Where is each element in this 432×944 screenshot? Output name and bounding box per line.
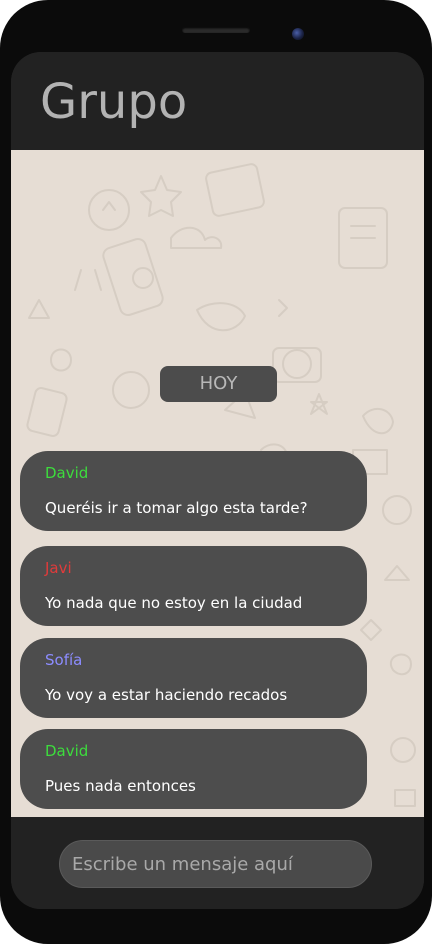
message-bubble[interactable]: David Pues nada entonces — [20, 729, 367, 809]
message-text: Yo voy a estar haciendo recados — [45, 686, 288, 704]
message-input-container[interactable] — [59, 840, 372, 888]
chat-area[interactable]: HOY David Queréis ir a tomar algo esta t… — [11, 150, 424, 817]
earpiece-speaker — [182, 27, 250, 33]
message-bubble[interactable]: David Queréis ir a tomar algo esta tarde… — [20, 451, 367, 531]
message-sender: David — [45, 742, 89, 760]
front-camera — [292, 28, 304, 40]
message-bubble[interactable]: Sofía Yo voy a estar haciendo recados — [20, 638, 367, 718]
message-composer — [11, 817, 424, 909]
message-bubble[interactable]: Javi Yo nada que no estoy en la ciudad — [20, 546, 367, 626]
phone-frame: Grupo HOY David Queréis ir a tomar algo … — [0, 0, 432, 944]
message-text: Queréis ir a tomar algo esta tarde? — [45, 499, 308, 517]
message-sender: Javi — [45, 559, 72, 577]
phone-screen: Grupo HOY David Queréis ir a tomar algo … — [11, 52, 424, 909]
message-text: Yo nada que no estoy en la ciudad — [45, 594, 303, 612]
group-title: Grupo — [40, 74, 188, 130]
date-divider: HOY — [160, 366, 277, 402]
chat-header: Grupo — [11, 52, 424, 150]
message-text: Pues nada entonces — [45, 777, 196, 795]
message-sender: Sofía — [45, 651, 83, 669]
message-input[interactable] — [72, 841, 362, 887]
message-sender: David — [45, 464, 89, 482]
